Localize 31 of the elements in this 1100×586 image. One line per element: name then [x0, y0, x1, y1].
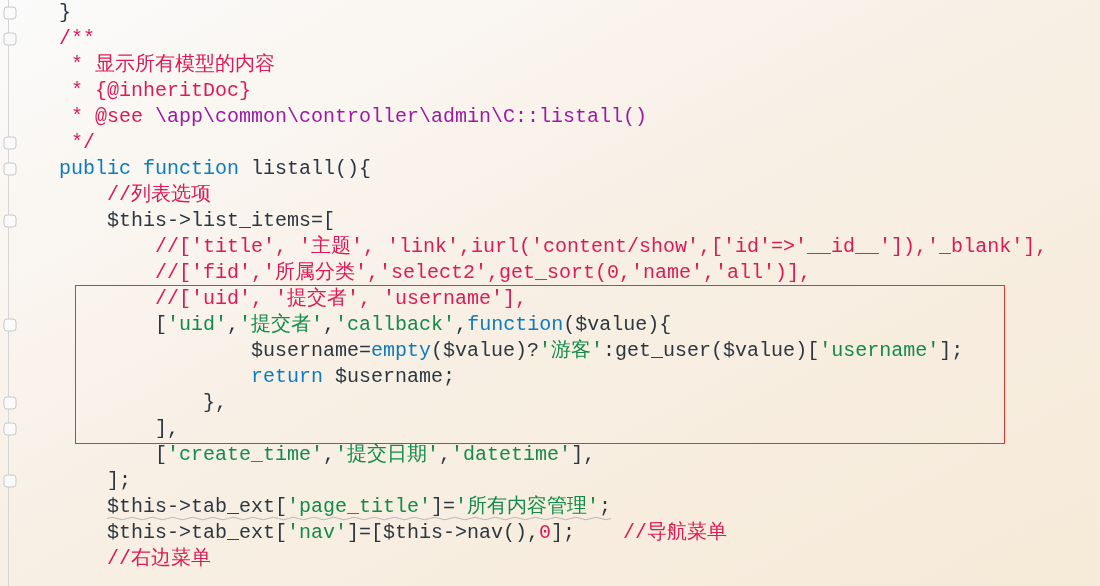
code-line: ], [155, 417, 179, 440]
code-line: $username=empty($value)?'游客':get_user($value)['username']; [251, 339, 964, 362]
fold-marker-icon[interactable] [3, 6, 17, 20]
code-line: //右边菜单 [107, 547, 211, 570]
code-line: */ [71, 131, 95, 154]
code-line: return $username; [251, 365, 456, 388]
code-line: * @see \app\common\controller\admin\C::listall() [71, 105, 648, 128]
code-line: $this->list_items=[ [107, 209, 336, 232]
fold-marker-icon[interactable] [3, 136, 17, 150]
fold-marker-icon[interactable] [3, 422, 17, 436]
code-line: * 显示所有模型的内容 [71, 53, 275, 76]
code-line: //['title', '主题', 'link',iurl('content/show',['id'=>'__id__']),'_blank'], [155, 235, 1048, 258]
code-line: ['create_time','提交日期','datetime'], [155, 443, 596, 466]
fold-marker-icon[interactable] [3, 162, 17, 176]
code-line: public function listall(){ [59, 157, 372, 180]
code-line: $this->tab_ext['page_title']='所有内容管理'; [107, 495, 612, 518]
code-line: * {@inheritDoc} [71, 79, 252, 102]
code-line: //['uid', '提交者', 'username'], [155, 287, 528, 310]
code-line: //列表选项 [107, 183, 211, 206]
code-line: }, [203, 391, 227, 414]
code-line: ]; [107, 469, 131, 492]
fold-marker-icon[interactable] [3, 474, 17, 488]
code-line: } [59, 1, 71, 24]
code-line: //['fid','所属分类','select2',get_sort(0,'name','all')], [155, 261, 812, 284]
code-line: $this->tab_ext['nav']=[$this->nav(),0]; //导航菜单 [107, 521, 728, 544]
fold-marker-icon[interactable] [3, 214, 17, 228]
fold-marker-icon[interactable] [3, 396, 17, 410]
code-line: ['uid','提交者','callback',function($value){ [155, 313, 672, 336]
code-line: /** [59, 27, 95, 50]
fold-marker-icon[interactable] [3, 318, 17, 332]
fold-marker-icon[interactable] [3, 32, 17, 46]
